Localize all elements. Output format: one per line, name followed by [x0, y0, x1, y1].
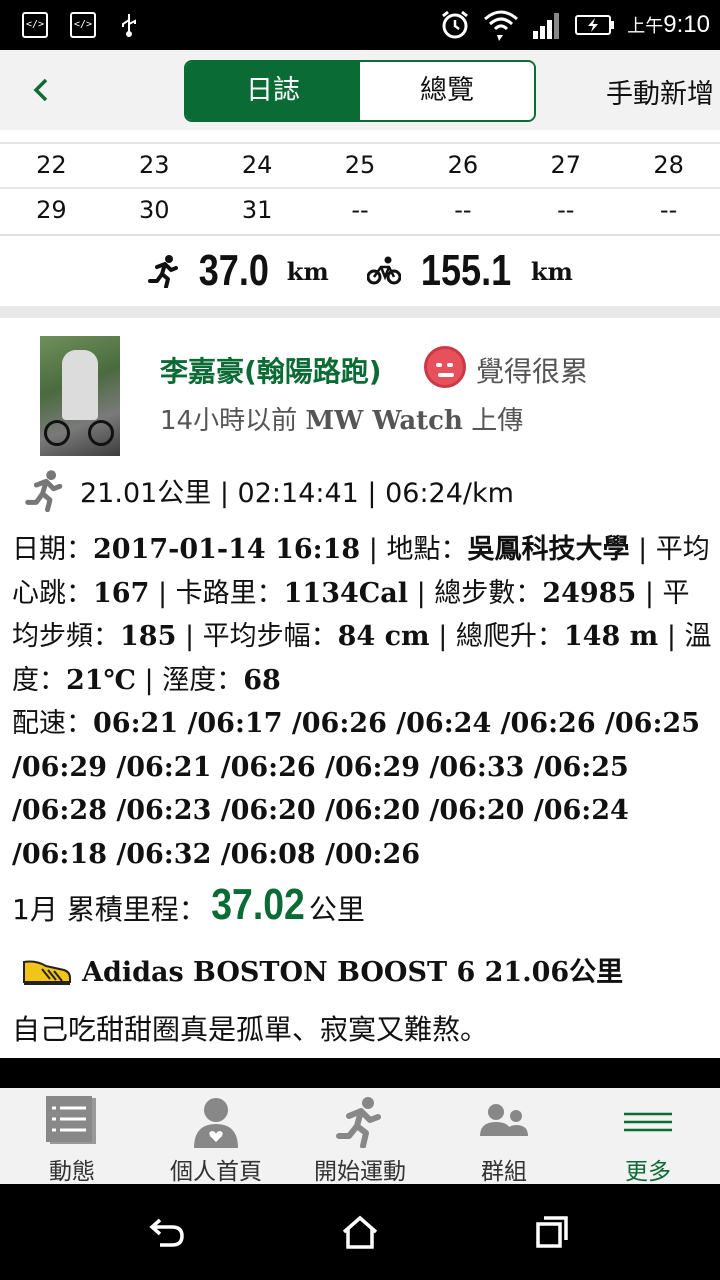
calendar-day[interactable]: 23: [103, 144, 206, 186]
segmented-control: 日誌 總覽: [184, 60, 536, 122]
run-total-unit: km: [286, 256, 329, 286]
runner-icon: [148, 255, 179, 288]
chevron-left-icon[interactable]: [26, 72, 56, 108]
mood-text: 覺得很累: [476, 355, 589, 388]
calendar: 22 23 24 25 26 27 28 29 30 31 -- -- -- -…: [0, 130, 720, 234]
post-comment: 自己吃甜甜圈真是孤單、寂寞又難熬。: [12, 1013, 489, 1046]
calendar-day[interactable]: 29: [0, 189, 103, 231]
calendar-day[interactable]: 22: [0, 144, 103, 186]
code-icon: </>: [70, 12, 96, 38]
activity-summary: 21.01公里 | 02:14:41 | 06:24/km: [24, 468, 514, 512]
calendar-day[interactable]: 28: [617, 144, 720, 186]
calendar-day[interactable]: 30: [103, 189, 206, 231]
calendar-day: --: [351, 196, 369, 224]
calendar-day[interactable]: 24: [206, 144, 309, 186]
alarm-icon: [442, 10, 469, 39]
tab-more[interactable]: 更多: [576, 1088, 720, 1185]
calendar-row: 29 30 31 -- -- -- --: [0, 187, 720, 231]
tab-feed[interactable]: 動態: [0, 1088, 144, 1185]
bike-total-value: 155.1: [420, 246, 511, 295]
home-icon[interactable]: [340, 1214, 380, 1250]
runner-icon: [25, 470, 63, 512]
shoe-info: Adidas BOSTON BOOST 6 21.06公里: [20, 950, 623, 989]
divider: [0, 1058, 720, 1088]
profile-icon: [194, 1098, 238, 1148]
calendar-day[interactable]: 25: [309, 144, 412, 186]
wifi-icon: [484, 10, 519, 41]
pace-splits: 配速：06:21 /06:17 /06:26 /06:24 /06:26 /06…: [12, 708, 700, 870]
calendar-day: --: [659, 196, 678, 224]
upload-info: 14小時以前 MW Watch 上傳: [160, 406, 524, 436]
avatar[interactable]: [40, 336, 120, 456]
usb-icon: [122, 14, 136, 37]
tab-groups[interactable]: 群組: [432, 1088, 576, 1185]
calendar-day[interactable]: 26: [411, 144, 514, 186]
cumulative-distance: 1月 累積里程： 37.02 公里: [12, 880, 365, 929]
calendar-day: --: [557, 196, 575, 224]
shoe-icon: [23, 960, 71, 985]
tired-face-icon: [424, 346, 466, 388]
recents-icon[interactable]: [532, 1214, 572, 1250]
top-nav: 日誌 總覽 手動新增: [0, 50, 720, 130]
calendar-day[interactable]: 31: [206, 189, 309, 231]
bike-total-unit: km: [530, 256, 573, 286]
clock: 上午9:10: [627, 11, 710, 38]
calendar-row: 22 23 24 25 26 27 28: [0, 142, 720, 186]
bicycle-icon: [366, 256, 401, 285]
group-icon: [480, 1104, 528, 1136]
monthly-totals: 37.0 km 155.1 km: [0, 234, 720, 306]
feed-icon: [46, 1096, 96, 1144]
status-bar: </> </> 上午9:10: [0, 0, 720, 50]
system-nav-bar: [0, 1184, 720, 1280]
run-total-value: 37.0: [198, 246, 270, 295]
tab-log[interactable]: 日誌: [186, 62, 360, 120]
user-name[interactable]: 李嘉豪(翰陽路跑): [160, 350, 382, 390]
code-icon: </>: [22, 12, 48, 38]
bottom-tab-bar: 動態 個人首頁 開始運動 群組 更多: [0, 1088, 720, 1185]
runner-icon: [336, 1097, 381, 1148]
manual-add-button[interactable]: 手動新增: [606, 72, 714, 111]
summary-text: 21.01公里 | 02:14:41 | 06:24/km: [80, 477, 514, 509]
calendar-day[interactable]: 27: [514, 144, 617, 186]
tab-start-workout[interactable]: 開始運動: [288, 1088, 432, 1185]
back-icon[interactable]: [148, 1214, 188, 1250]
tab-overview[interactable]: 總覽: [360, 62, 534, 120]
calendar-day: --: [454, 196, 472, 224]
battery-icon: [575, 15, 615, 35]
divider: [0, 306, 720, 318]
menu-icon: [624, 1112, 672, 1132]
shoe-text: Adidas BOSTON BOOST 6 21.06公里: [82, 957, 624, 988]
activity-details: 日期：2017-01-14 16:18 | 地點：吳鳳科技大學 | 平均心跳：1…: [12, 534, 712, 696]
tab-profile[interactable]: 個人首頁: [144, 1088, 288, 1185]
signal-icon: [533, 13, 560, 39]
